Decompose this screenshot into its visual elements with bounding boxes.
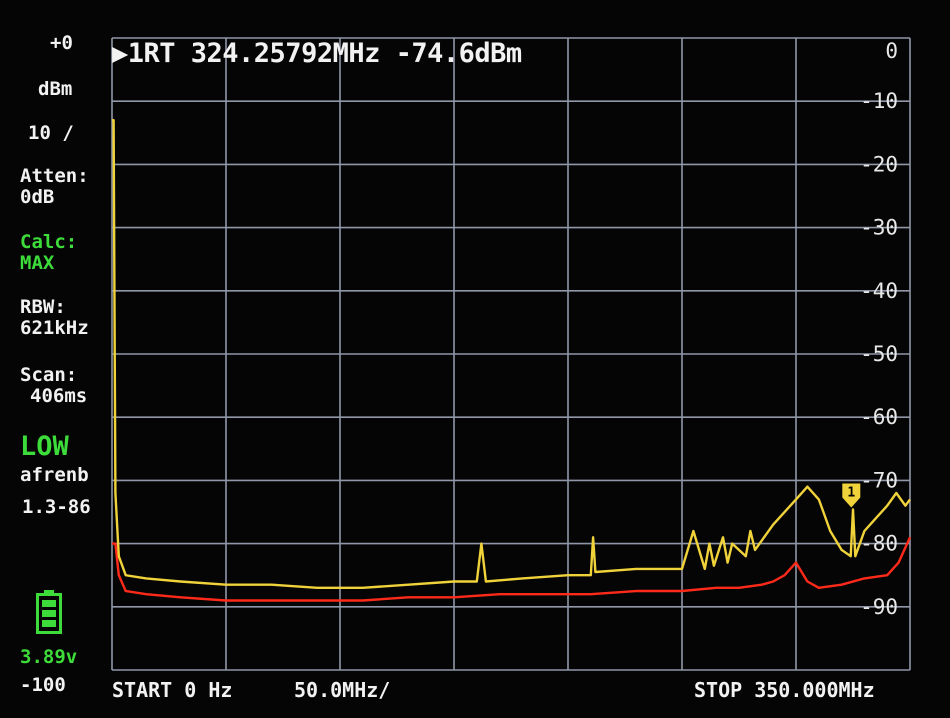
- battery-voltage: 3.89v: [20, 646, 78, 668]
- unit-label[interactable]: dBm: [38, 80, 72, 99]
- y-tick-label: -10: [860, 89, 898, 113]
- bottom-level: -100: [20, 674, 66, 696]
- atten-value[interactable]: 0dB: [20, 188, 54, 207]
- plot-grid: [111, 37, 911, 671]
- frequency-per-division: 50.0MHz/: [294, 678, 391, 702]
- calc-value[interactable]: MAX: [20, 254, 54, 273]
- y-tick-label: -90: [860, 595, 898, 619]
- spectrum-plot[interactable]: 0 -10 -20 -30 -40 -50 -60 -70 -80 -90 1: [0, 0, 950, 718]
- spectrum-analyzer-screen: 0 -10 -20 -30 -40 -50 -60 -70 -80 -90 1 +0 dBm 10…: [0, 0, 950, 718]
- y-tick-label: -20: [860, 152, 898, 176]
- y-tick-label: -50: [860, 342, 898, 366]
- marker-readout[interactable]: ▶1RT 324.25792MHz -74.6dBm: [112, 38, 522, 69]
- y-tick-label: -60: [860, 405, 898, 429]
- trace-line: [112, 536, 912, 602]
- ref-level[interactable]: +0: [50, 34, 73, 53]
- scan-label[interactable]: Scan:: [20, 366, 77, 385]
- marker-tag: 1: [847, 485, 855, 500]
- calc-label[interactable]: Calc:: [20, 233, 77, 252]
- y-tick-label: -30: [860, 216, 898, 240]
- mode-indicator[interactable]: LOW: [20, 433, 69, 460]
- traces: [112, 118, 912, 602]
- start-frequency[interactable]: START 0 Hz: [112, 678, 232, 702]
- y-tick-label: -40: [860, 279, 898, 303]
- scan-value[interactable]: 406ms: [30, 387, 87, 406]
- y-tick-label: -70: [860, 468, 898, 492]
- stop-frequency[interactable]: STOP 350.000MHz: [694, 678, 875, 702]
- marker-layer: 1: [842, 483, 861, 508]
- y-axis-labels: 0 -10 -20 -30 -40 -50 -60 -70 -80 -90: [860, 39, 898, 619]
- scale-label[interactable]: 10 /: [28, 124, 74, 143]
- y-tick-label: -80: [860, 532, 898, 556]
- firmware-version: 1.3-86: [22, 496, 91, 518]
- y-tick-label: 0: [885, 39, 898, 63]
- rbw-value[interactable]: 621kHz: [20, 319, 89, 338]
- rbw-label[interactable]: RBW:: [20, 298, 66, 317]
- mode-subtext: afrenb: [20, 464, 89, 486]
- atten-label[interactable]: Atten:: [20, 167, 89, 186]
- battery-icon: [36, 590, 62, 634]
- settings-panel: +0 dBm 10 / Atten: 0dB Calc: MAX RBW: 62…: [0, 0, 112, 718]
